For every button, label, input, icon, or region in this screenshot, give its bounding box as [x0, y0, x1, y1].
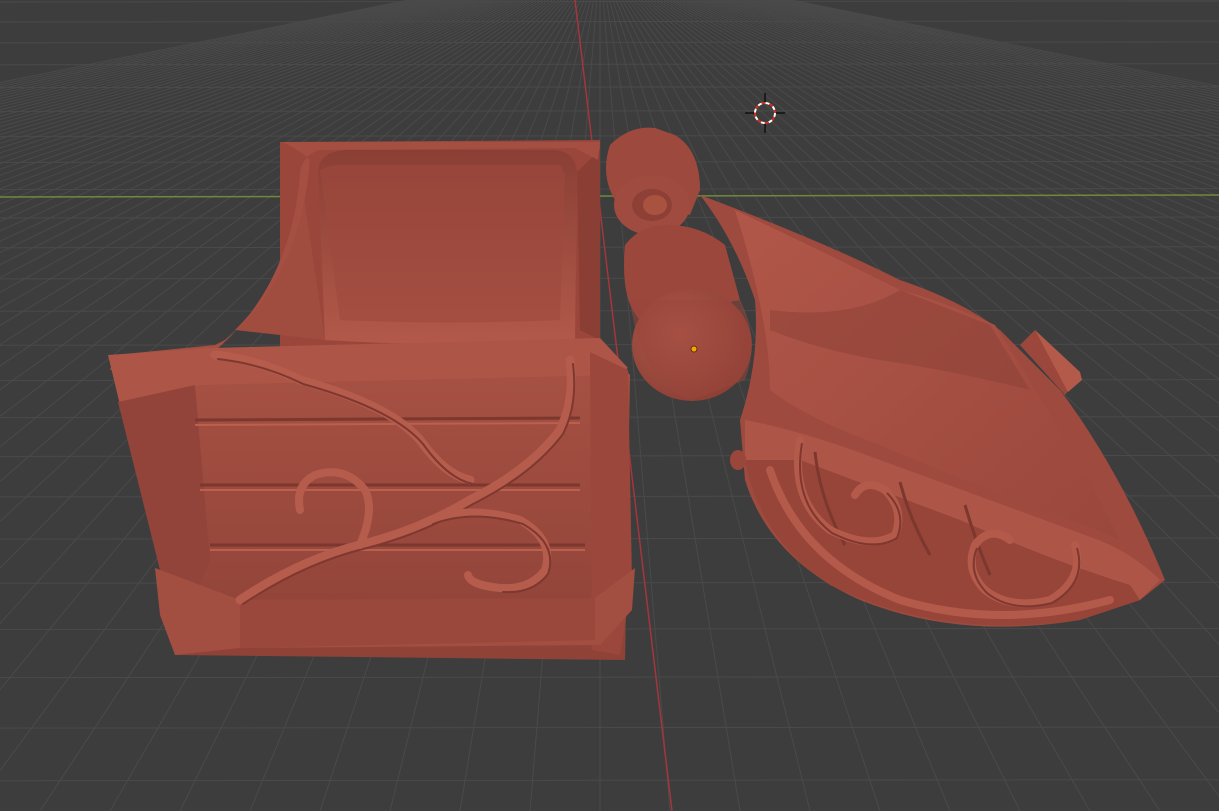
chest-lid[interactable]: [700, 195, 1165, 627]
3d-viewport[interactable]: [0, 0, 1219, 811]
3d-cursor-icon[interactable]: [745, 93, 785, 133]
hinge-upper[interactable]: [606, 127, 700, 235]
x-axis-line: [0, 194, 1219, 198]
object-origin-dot: [690, 345, 698, 353]
hinge-lower[interactable]: [624, 225, 752, 401]
